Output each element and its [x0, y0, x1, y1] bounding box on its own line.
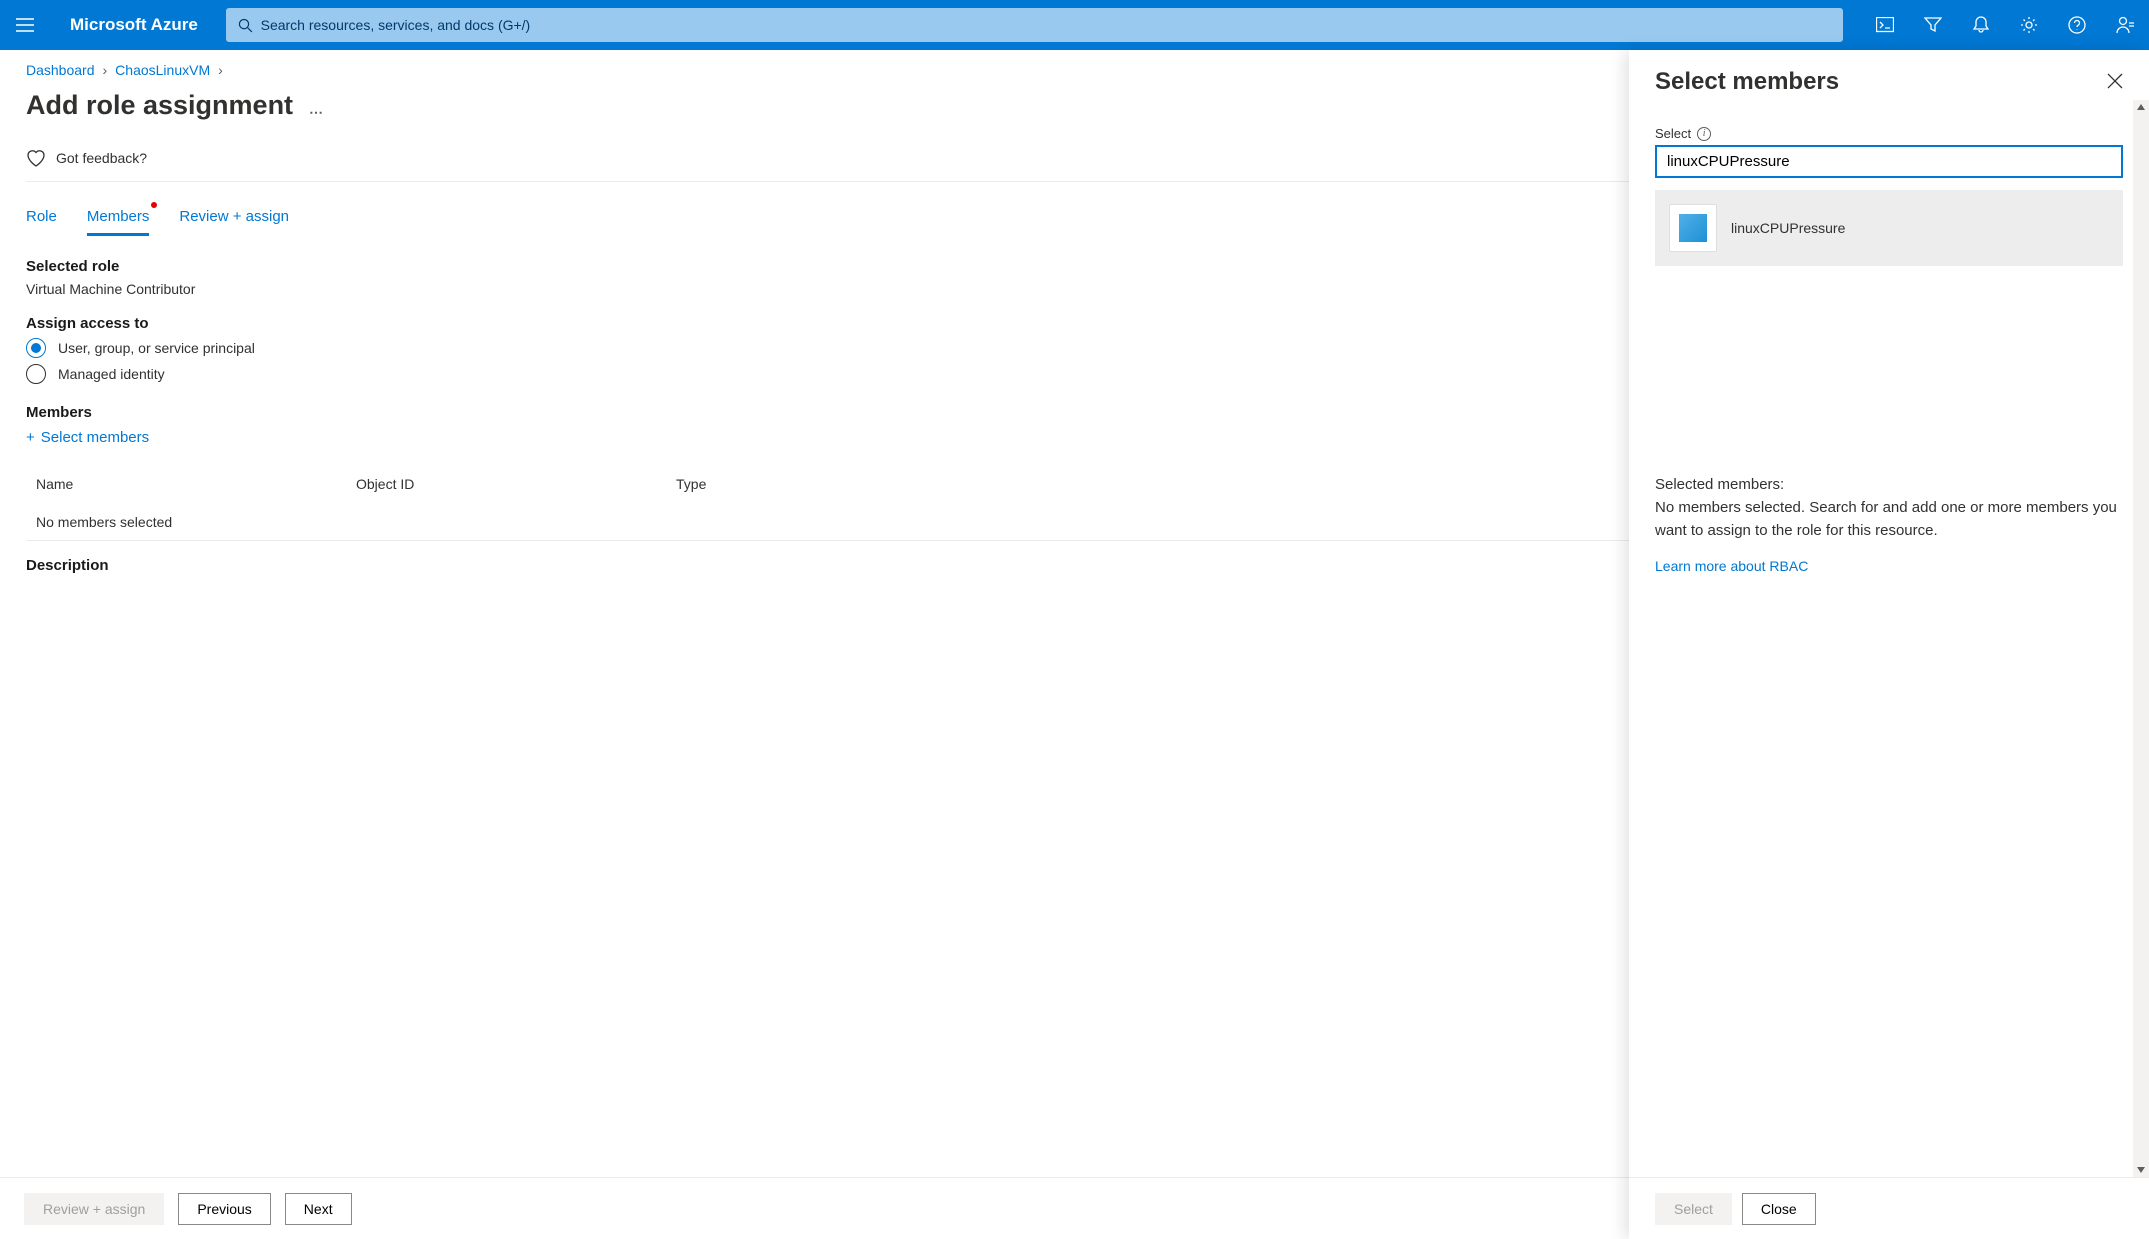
panel-scrollbar[interactable]: [2133, 100, 2149, 1177]
global-search-input[interactable]: [261, 17, 1831, 33]
select-field-label: Select: [1655, 126, 1691, 141]
hamburger-menu-button[interactable]: [0, 0, 50, 50]
feedback-label: Got feedback?: [56, 150, 147, 166]
page-title: Add role assignment: [26, 90, 293, 121]
breadcrumb-dashboard[interactable]: Dashboard: [26, 62, 95, 78]
settings-gear-icon[interactable]: [2005, 0, 2053, 50]
col-name: Name: [36, 476, 356, 492]
select-field-label-row: Select i: [1655, 126, 2123, 141]
tab-review-assign[interactable]: Review + assign: [179, 202, 289, 236]
close-panel-button[interactable]: [2107, 73, 2123, 92]
more-actions-button[interactable]: ⋯: [309, 104, 324, 121]
panel-title: Select members: [1655, 68, 1839, 96]
radio-user-group[interactable]: [26, 338, 46, 358]
learn-rbac-link[interactable]: Learn more about RBAC: [1655, 558, 2123, 574]
attention-dot-icon: [151, 202, 157, 208]
top-utility-icons: [1861, 0, 2149, 50]
search-icon: [238, 18, 253, 33]
cloud-shell-icon[interactable]: [1861, 0, 1909, 50]
global-search-wrap: [218, 8, 1851, 42]
search-result-item[interactable]: linuxCPUPressure: [1655, 190, 2123, 266]
notifications-icon[interactable]: [1957, 0, 2005, 50]
tab-role[interactable]: Role: [26, 202, 57, 236]
global-search-box[interactable]: [226, 8, 1843, 42]
radio-user-group-label: User, group, or service principal: [58, 340, 255, 356]
previous-button[interactable]: Previous: [178, 1193, 270, 1225]
panel-header: Select members: [1629, 50, 2149, 106]
plus-icon: +: [26, 429, 35, 446]
account-icon[interactable]: [2101, 0, 2149, 50]
heart-icon: [26, 149, 46, 167]
radio-managed-identity-label: Managed identity: [58, 366, 165, 382]
panel-body: Select i linuxCPUPressure Selected membe…: [1629, 106, 2149, 1177]
close-icon: [2107, 73, 2123, 89]
brand-logo[interactable]: Microsoft Azure: [50, 15, 218, 35]
panel-select-button[interactable]: Select: [1655, 1193, 1732, 1225]
result-tile-icon: [1669, 204, 1717, 252]
panel-close-button[interactable]: Close: [1742, 1193, 1816, 1225]
col-type: Type: [676, 476, 876, 492]
next-button[interactable]: Next: [285, 1193, 352, 1225]
info-icon[interactable]: i: [1697, 127, 1711, 141]
panel-footer: Select Close: [1629, 1177, 2149, 1239]
chevron-right-icon: ›: [103, 62, 108, 78]
review-assign-button[interactable]: Review + assign: [24, 1193, 164, 1225]
select-members-panel: Select members Select i linuxCPUPressure…: [1629, 50, 2149, 1239]
tab-members-label: Members: [87, 208, 150, 225]
panel-info: Selected members: No members selected. S…: [1655, 476, 2123, 574]
chevron-right-icon: ›: [218, 62, 223, 78]
filter-icon[interactable]: [1909, 0, 1957, 50]
select-members-text: Select members: [41, 429, 149, 446]
selected-members-body: No members selected. Search for and add …: [1655, 497, 2123, 542]
breadcrumb-resource[interactable]: ChaosLinuxVM: [115, 62, 210, 78]
tab-members[interactable]: Members: [87, 202, 150, 236]
azure-top-bar: Microsoft Azure: [0, 0, 2149, 50]
member-search-input[interactable]: [1655, 145, 2123, 178]
help-icon[interactable]: [2053, 0, 2101, 50]
col-object-id: Object ID: [356, 476, 676, 492]
result-name: linuxCPUPressure: [1731, 220, 1845, 236]
selected-members-heading: Selected members:: [1655, 476, 2123, 493]
radio-managed-identity[interactable]: [26, 364, 46, 384]
